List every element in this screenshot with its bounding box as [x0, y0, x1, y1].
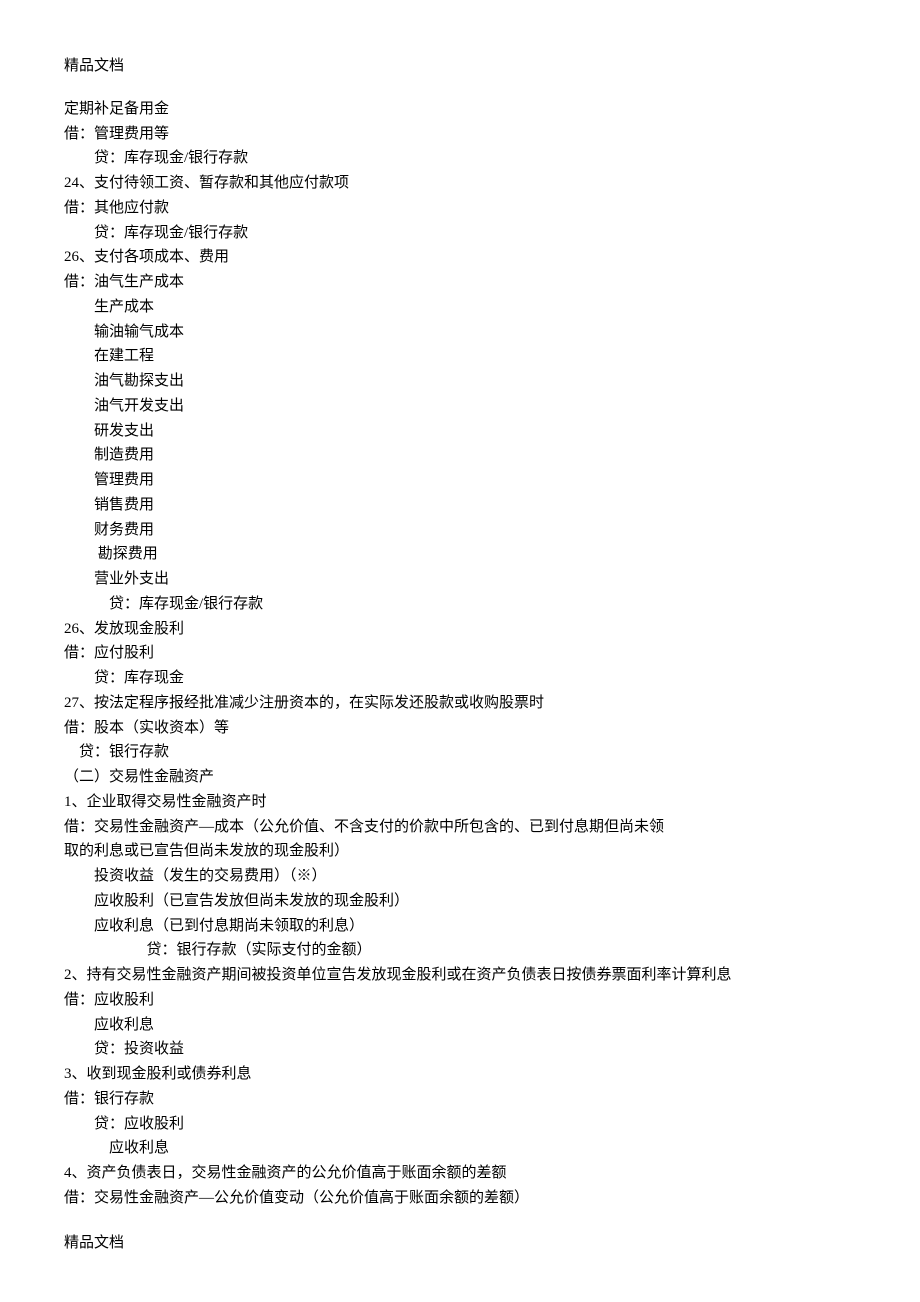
- body-line: 贷：应收股利: [64, 1112, 856, 1137]
- document-page: 精品文档 定期补足备用金借：管理费用等贷：库存现金/银行存款24、支付待领工资、…: [0, 0, 920, 1302]
- body-line: 油气开发支出: [64, 394, 856, 419]
- body-line: 油气勘探支出: [64, 369, 856, 394]
- body-line: 24、支付待领工资、暂存款和其他应付款项: [64, 171, 856, 196]
- body-line: 管理费用: [64, 468, 856, 493]
- body-line: 借：应付股利: [64, 641, 856, 666]
- body-line: 应收利息（已到付息期尚未领取的利息）: [64, 914, 856, 939]
- page-header: 精品文档: [64, 54, 856, 79]
- body-line: 借：交易性金融资产—成本（公允价值、不含支付的价款中所包含的、已到付息期但尚未领: [64, 815, 856, 840]
- body-line: 财务费用: [64, 518, 856, 543]
- body-line: 销售费用: [64, 493, 856, 518]
- body-line: 借：应收股利: [64, 988, 856, 1013]
- body-line: 定期补足备用金: [64, 97, 856, 122]
- body-line: 制造费用: [64, 443, 856, 468]
- body-line: 勘探费用: [64, 542, 856, 567]
- body-line: 4、资产负债表日，交易性金融资产的公允价值高于账面余额的差额: [64, 1161, 856, 1186]
- body-line: （二）交易性金融资产: [64, 765, 856, 790]
- body-line: 研发支出: [64, 419, 856, 444]
- body-line: 在建工程: [64, 344, 856, 369]
- body-line: 借：管理费用等: [64, 122, 856, 147]
- body-line: 借：油气生产成本: [64, 270, 856, 295]
- body-line: 生产成本: [64, 295, 856, 320]
- body-line: 贷：银行存款: [64, 740, 856, 765]
- body-line: 投资收益（发生的交易费用）（※）: [64, 864, 856, 889]
- body-line: 应收利息: [64, 1136, 856, 1161]
- body-line: 27、按法定程序报经批准减少注册资本的，在实际发还股款或收购股票时: [64, 691, 856, 716]
- document-body: 定期补足备用金借：管理费用等贷：库存现金/银行存款24、支付待领工资、暂存款和其…: [64, 97, 856, 1211]
- body-line: 借：交易性金融资产—公允价值变动（公允价值高于账面余额的差额）: [64, 1186, 856, 1211]
- body-line: 3、收到现金股利或债券利息: [64, 1062, 856, 1087]
- body-line: 26、发放现金股利: [64, 617, 856, 642]
- body-line: 贷：库存现金/银行存款: [64, 592, 856, 617]
- footer-text: 精品文档: [64, 1235, 124, 1251]
- body-line: 贷：库存现金/银行存款: [64, 221, 856, 246]
- body-line: 取的利息或已宣告但尚未发放的现金股利）: [64, 839, 856, 864]
- body-line: 借：其他应付款: [64, 196, 856, 221]
- body-line: 借：股本（实收资本）等: [64, 716, 856, 741]
- body-line: 1、企业取得交易性金融资产时: [64, 790, 856, 815]
- body-line: 26、支付各项成本、费用: [64, 245, 856, 270]
- body-line: 输油输气成本: [64, 320, 856, 345]
- body-line: 借：银行存款: [64, 1087, 856, 1112]
- page-footer: 精品文档: [64, 1231, 856, 1256]
- body-line: 营业外支出: [64, 567, 856, 592]
- body-line: 贷：库存现金/银行存款: [64, 146, 856, 171]
- body-line: 贷：投资收益: [64, 1037, 856, 1062]
- body-line: 应收股利（已宣告发放但尚未发放的现金股利）: [64, 889, 856, 914]
- body-line: 贷：银行存款（实际支付的金额）: [64, 938, 856, 963]
- body-line: 2、持有交易性金融资产期间被投资单位宣告发放现金股利或在资产负债表日按债券票面利…: [64, 963, 856, 988]
- body-line: 应收利息: [64, 1013, 856, 1038]
- header-text: 精品文档: [64, 58, 124, 74]
- body-line: 贷：库存现金: [64, 666, 856, 691]
